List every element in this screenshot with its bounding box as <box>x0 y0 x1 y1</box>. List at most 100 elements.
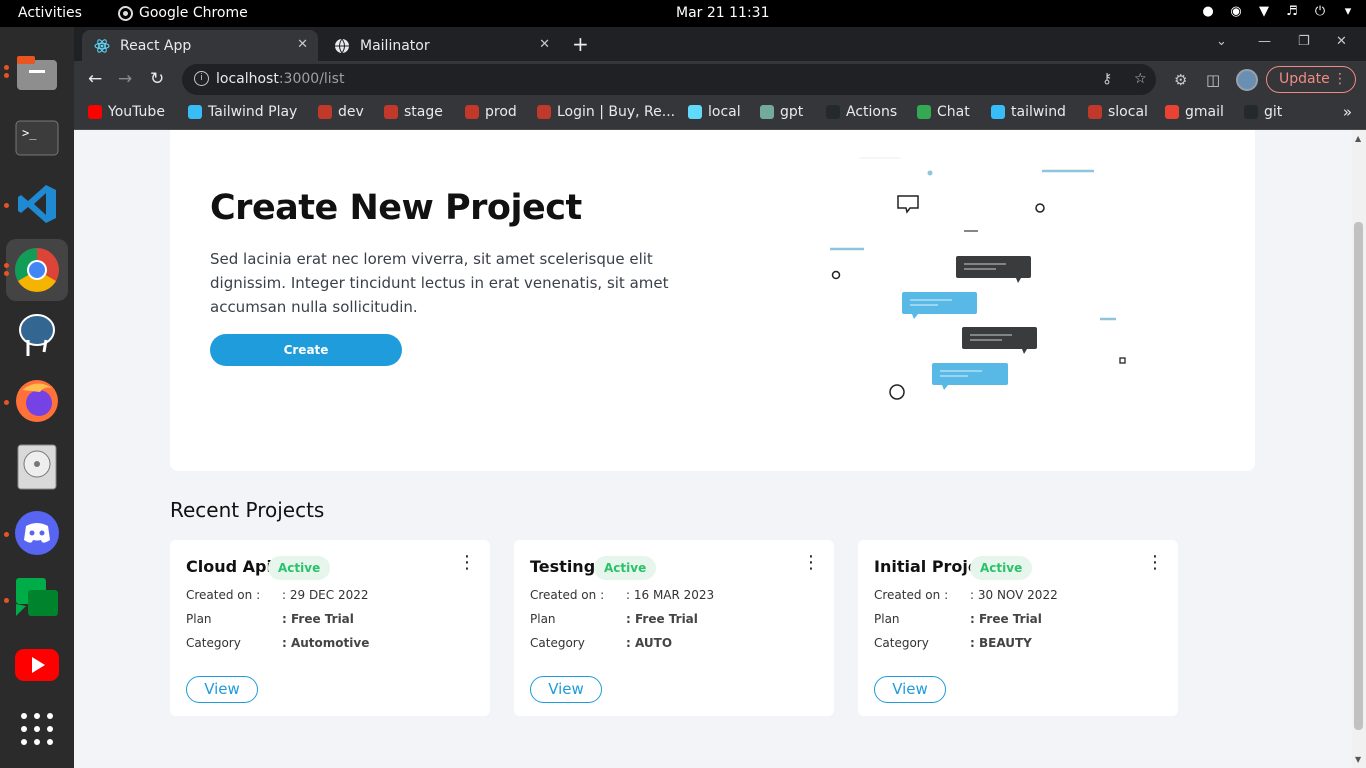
discord-icon[interactable] <box>14 510 60 556</box>
minimize-button[interactable]: — <box>1258 34 1271 49</box>
created-value: : 16 MAR 2023 <box>626 588 715 602</box>
forward-button[interactable]: → <box>118 69 132 89</box>
power-icon[interactable]: ⏻ <box>1312 4 1328 20</box>
restore-button[interactable]: ❐ <box>1298 34 1310 49</box>
recent-projects-heading: Recent Projects <box>170 498 325 522</box>
reload-button[interactable]: ↻ <box>150 69 164 89</box>
bookmark-label: slocal <box>1108 104 1148 120</box>
running-indicator <box>4 400 9 405</box>
tab-search-icon[interactable]: ⌄ <box>1216 34 1227 49</box>
bookmark-item[interactable]: gmail <box>1165 104 1224 120</box>
address-bar[interactable]: i localhost:3000/list ⚷ ☆ <box>182 64 1156 95</box>
project-card: Testing Active ⋮ Created on :: 16 MAR 2023 P… <box>514 540 834 716</box>
close-icon[interactable]: ✕ <box>297 37 308 52</box>
bookmark-item[interactable]: YouTube <box>88 104 165 120</box>
new-tab-button[interactable]: + <box>572 32 589 56</box>
bookmark-label: Tailwind Play <box>208 104 298 120</box>
plan-label: Plan <box>530 612 556 626</box>
bookmark-label: Chat <box>937 104 970 120</box>
disk-utility-icon[interactable] <box>14 444 60 490</box>
tailwind-icon <box>188 105 202 119</box>
bookmark-item[interactable]: Actions <box>826 104 897 120</box>
bookmark-item[interactable]: stage <box>384 104 443 120</box>
bookmark-icon <box>537 105 551 119</box>
bookmark-label: local <box>708 104 741 120</box>
bookmarks-bar: YouTube Tailwind Play dev stage prod Login | … <box>74 98 1366 130</box>
running-indicator <box>4 263 9 268</box>
volume-icon[interactable]: ♬ <box>1284 4 1300 20</box>
wifi-icon[interactable]: ▼ <box>1256 4 1272 20</box>
star-icon[interactable]: ☆ <box>1134 71 1147 87</box>
postgresql-icon[interactable] <box>14 312 60 358</box>
tab-mailinator[interactable]: Mailinator ✕ <box>322 30 560 61</box>
youtube-dock-icon[interactable] <box>14 642 60 688</box>
globe-icon <box>335 38 349 53</box>
github-icon <box>1244 105 1258 119</box>
bookmark-item[interactable]: tailwind <box>991 104 1066 120</box>
create-button[interactable]: Create <box>210 334 402 366</box>
more-bookmarks-icon[interactable]: » <box>1343 103 1352 121</box>
project-card: Cloud Api Active ⋮ Created on :: 29 DEC 202… <box>170 540 490 716</box>
bookmark-label: tailwind <box>1011 104 1066 120</box>
update-button[interactable]: Update ⋮ <box>1266 66 1356 93</box>
category-label: Category <box>186 636 241 650</box>
scrollbar-thumb[interactable] <box>1354 222 1363 730</box>
more-options-icon[interactable]: ⋮ <box>802 554 820 572</box>
category-label: Category <box>530 636 585 650</box>
terminal-icon[interactable]: >_ <box>14 115 60 161</box>
bookmark-icon <box>1088 105 1102 119</box>
more-options-icon[interactable]: ⋮ <box>1146 554 1164 572</box>
scroll-up-icon[interactable]: ▲ <box>1355 134 1361 143</box>
close-icon[interactable]: ✕ <box>539 37 550 52</box>
clock[interactable]: Mar 21 11:31 <box>676 5 769 21</box>
show-apps-icon[interactable] <box>14 706 60 752</box>
share-icon[interactable]: ⚷ <box>1102 71 1112 87</box>
back-button[interactable]: ← <box>88 69 102 89</box>
side-panel-icon[interactable]: ◫ <box>1206 71 1220 89</box>
scroll-down-icon[interactable]: ▼ <box>1355 755 1361 764</box>
bookmark-item[interactable]: prod <box>465 104 517 120</box>
firefox-icon[interactable] <box>14 378 60 424</box>
view-button[interactable]: View <box>530 676 602 703</box>
activities-button[interactable]: Activities <box>18 5 82 21</box>
status-badge: Active <box>970 556 1033 580</box>
bookmark-item[interactable]: Tailwind Play <box>188 104 297 120</box>
avatar[interactable] <box>1236 69 1258 91</box>
skype-tray-icon[interactable]: ◉ <box>1228 4 1244 20</box>
view-button[interactable]: View <box>874 676 946 703</box>
chrome-dock-icon[interactable] <box>6 239 68 301</box>
youtube-icon <box>88 105 102 119</box>
page-title: Create New Project <box>210 188 582 228</box>
tab-react-app[interactable]: React App ✕ <box>82 30 318 61</box>
bookmark-item[interactable]: gpt <box>760 104 803 120</box>
files-icon[interactable] <box>14 49 60 95</box>
running-indicator <box>4 65 9 70</box>
running-indicator <box>4 203 9 208</box>
kebab-menu-icon: ⋮ <box>1333 71 1347 87</box>
info-icon[interactable]: i <box>194 71 209 86</box>
bookmark-item[interactable]: Login | Buy, Re... <box>537 104 675 120</box>
close-window-button[interactable]: ✕ <box>1336 34 1347 49</box>
vertical-scrollbar[interactable]: ▲ ▼ <box>1352 130 1366 768</box>
system-tray[interactable]: ● ◉ ▼ ♬ ⏻ ▾ <box>1200 4 1356 20</box>
extensions-icon[interactable]: ⚙ <box>1174 71 1187 89</box>
openai-icon <box>760 105 774 119</box>
app-menu[interactable]: Google Chrome <box>118 5 248 21</box>
bookmark-label: git <box>1264 104 1283 120</box>
running-indicator <box>4 73 9 78</box>
view-button[interactable]: View <box>186 676 258 703</box>
bookmark-label: stage <box>404 104 443 120</box>
bookmark-item[interactable]: slocal <box>1088 104 1148 120</box>
more-options-icon[interactable]: ⋮ <box>458 554 476 572</box>
bookmark-item[interactable]: Chat <box>917 104 970 120</box>
chevron-down-icon[interactable]: ▾ <box>1340 4 1356 20</box>
google-chat-icon[interactable] <box>14 576 60 622</box>
bookmark-item[interactable]: git <box>1244 104 1282 120</box>
bookmark-item[interactable]: dev <box>318 104 364 120</box>
created-label: Created on : <box>186 588 261 602</box>
url-text[interactable]: localhost:3000/list <box>216 71 344 87</box>
bookmark-item[interactable]: local <box>688 104 741 120</box>
chat-illustration <box>830 157 1126 400</box>
discord-tray-icon[interactable]: ● <box>1200 4 1216 20</box>
vscode-icon[interactable] <box>14 181 60 227</box>
